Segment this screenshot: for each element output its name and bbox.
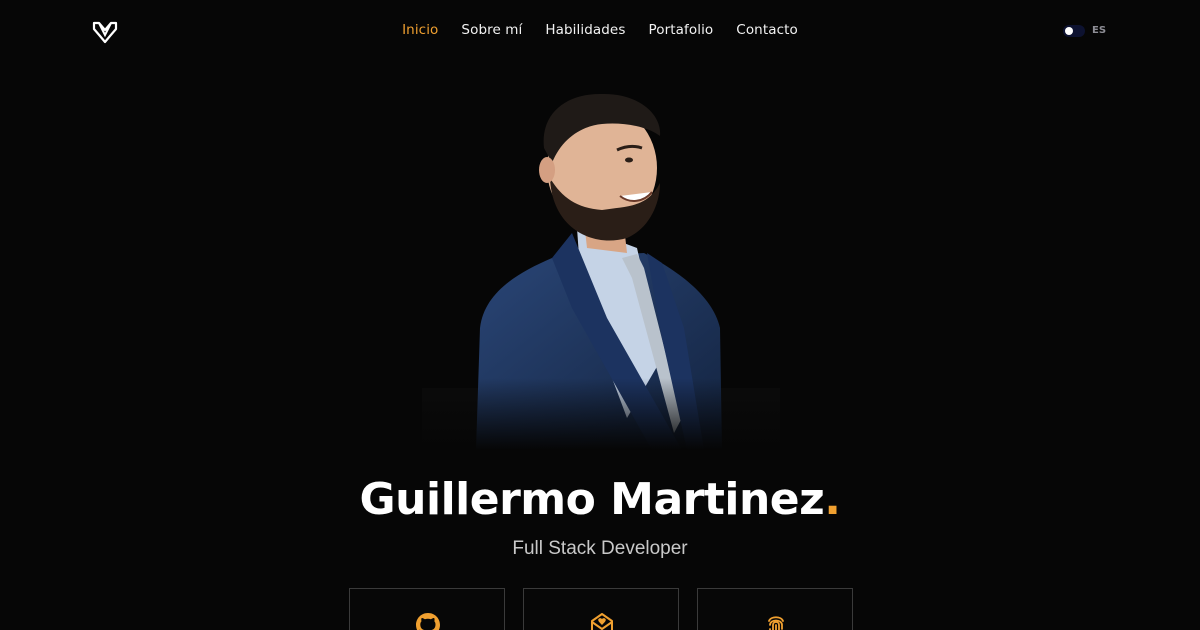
portrait-photo [422, 93, 780, 450]
hero-name: Guillermo Martinez. [0, 474, 1200, 525]
card-github[interactable] [349, 588, 505, 630]
hero-role: Full Stack Developer [512, 538, 688, 559]
top-navigation: Inicio Sobre mí Habilidades Portafolio C… [0, 0, 1200, 64]
hero-name-text: Guillermo Martinez [359, 474, 825, 525]
toggle-knob [1065, 27, 1073, 35]
nav-item-habilidades[interactable]: Habilidades [534, 22, 637, 38]
mail-heart-icon [591, 613, 613, 630]
nav-item-portafolio[interactable]: Portafolio [637, 22, 725, 38]
social-cards [349, 588, 853, 630]
nav-item-inicio[interactable]: Inicio [391, 22, 450, 38]
nav-item-contacto[interactable]: Contacto [725, 22, 810, 38]
main-menu: Inicio Sobre mí Habilidades Portafolio C… [0, 22, 1200, 38]
name-accent-dot: . [824, 474, 841, 525]
language-switch[interactable]: ES [1092, 25, 1106, 36]
fingerprint-icon [768, 616, 784, 630]
nav-item-sobre-mi[interactable]: Sobre mí [450, 22, 534, 38]
github-icon [416, 613, 440, 630]
card-identity[interactable] [697, 588, 853, 630]
theme-toggle[interactable] [1063, 25, 1085, 37]
card-email[interactable] [523, 588, 679, 630]
